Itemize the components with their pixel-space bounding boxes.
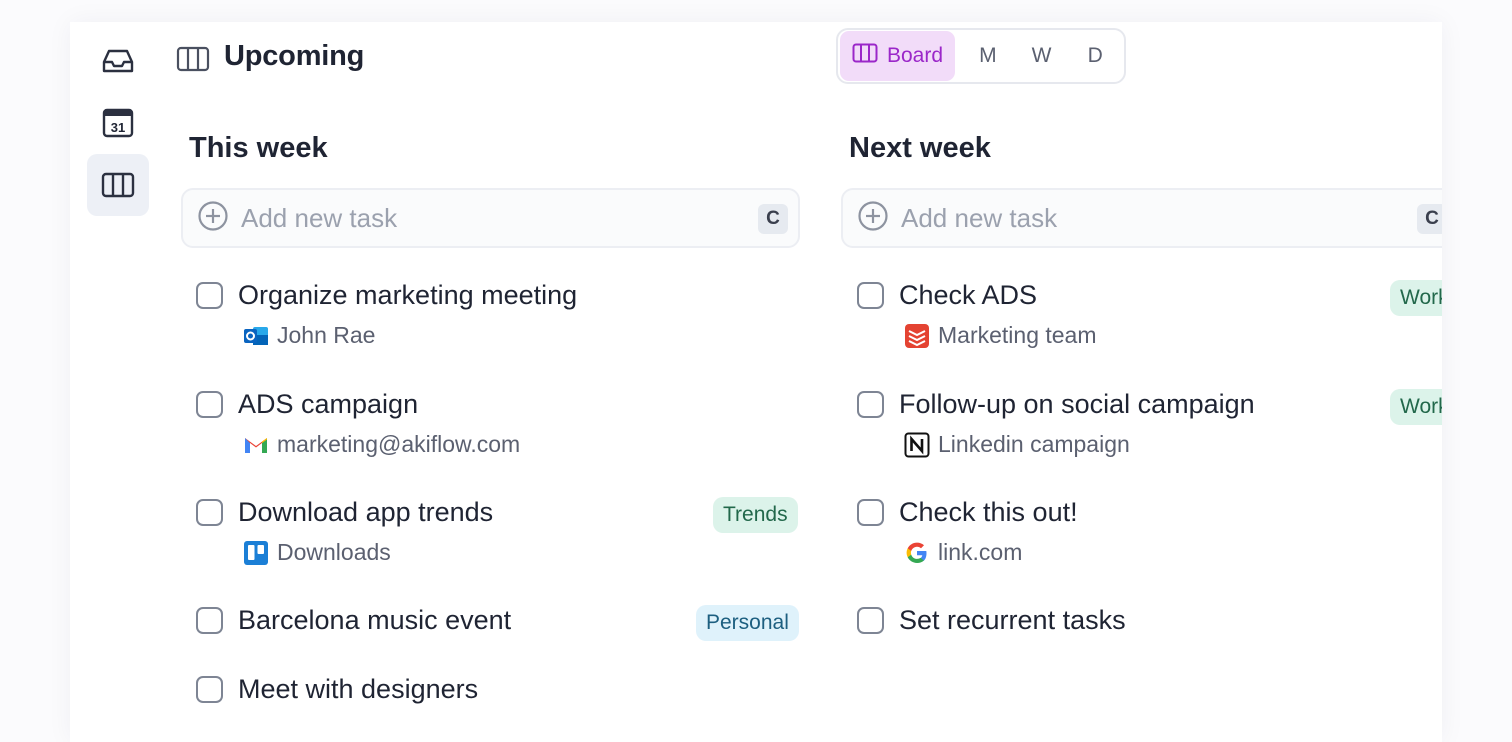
page-title: Upcoming	[224, 40, 365, 72]
task-checkbox[interactable]	[196, 499, 223, 526]
board-icon	[101, 172, 135, 198]
tag-badge[interactable]: Work	[1390, 389, 1442, 425]
task-checkbox[interactable]	[857, 499, 884, 526]
trello-icon	[243, 540, 269, 566]
task-source: Downloads	[277, 539, 391, 565]
task-source: John Rae	[277, 322, 376, 348]
task-checkbox[interactable]	[857, 607, 884, 634]
board-icon	[176, 46, 210, 77]
calendar-icon: 31	[102, 107, 134, 139]
column-title: This week	[189, 132, 328, 164]
task-checkbox[interactable]	[857, 391, 884, 418]
task-title: Check ADS	[899, 280, 1038, 310]
plus-circle-icon	[197, 200, 229, 237]
app-window: 31 Upcoming Board M W D This week Add ne…	[70, 22, 1442, 742]
task-title: Download app trends	[238, 497, 494, 527]
inbox-icon	[101, 47, 135, 75]
task-item[interactable]: Download app trends Trends Downloads	[196, 497, 798, 577]
task-title: Follow-up on social campaign	[899, 389, 1255, 419]
view-month-button[interactable]: M	[961, 31, 1015, 81]
tag-badge[interactable]: Personal	[696, 605, 799, 641]
gmail-icon	[243, 434, 269, 456]
plus-circle-icon	[857, 200, 889, 237]
task-checkbox[interactable]	[196, 676, 223, 703]
todoist-icon	[904, 323, 930, 349]
tag-badge[interactable]: Trends	[713, 497, 798, 533]
task-item[interactable]: Check ADS Work Marketing team	[857, 280, 1442, 360]
task-title: Set recurrent tasks	[899, 605, 1126, 635]
task-item[interactable]: Follow-up on social campaign Work Linked…	[857, 389, 1442, 469]
task-checkbox[interactable]	[857, 282, 884, 309]
task-item[interactable]: Set recurrent tasks	[857, 605, 1442, 685]
task-title: Check this out!	[899, 497, 1078, 527]
task-item[interactable]: Organize marketing meeting John Rae	[196, 280, 796, 360]
notion-icon	[904, 432, 930, 458]
view-day-button[interactable]: D	[1068, 31, 1122, 81]
task-item[interactable]: Meet with designers	[196, 674, 796, 742]
task-title: Organize marketing meeting	[238, 280, 578, 310]
task-checkbox[interactable]	[196, 607, 223, 634]
add-task-input[interactable]: Add new task C	[841, 188, 1442, 248]
view-week-button[interactable]: W	[1015, 31, 1069, 81]
sidebar-item-calendar[interactable]: 31	[87, 92, 149, 154]
task-title: Barcelona music event	[238, 605, 512, 635]
task-item[interactable]: Check this out! link.com	[857, 497, 1442, 577]
task-checkbox[interactable]	[196, 282, 223, 309]
add-task-placeholder: Add new task	[241, 202, 398, 233]
add-task-placeholder: Add new task	[901, 202, 1058, 233]
board-icon	[852, 43, 878, 69]
task-source: Linkedin campaign	[938, 431, 1130, 457]
sidebar-item-inbox[interactable]	[87, 30, 149, 92]
view-board-label: Board	[886, 44, 944, 67]
shortcut-key: C	[758, 204, 788, 234]
add-task-input[interactable]: Add new task C	[181, 188, 800, 248]
calendar-day-label: 31	[111, 120, 125, 135]
task-source: link.com	[938, 539, 1023, 565]
view-board-button[interactable]: Board	[840, 31, 955, 81]
task-checkbox[interactable]	[196, 391, 223, 418]
outlook-icon	[243, 324, 269, 348]
task-source: Marketing team	[938, 322, 1097, 348]
tag-badge[interactable]: Work	[1390, 280, 1442, 316]
view-switcher: Board M W D	[836, 28, 1126, 84]
task-title: ADS campaign	[238, 389, 419, 419]
sidebar-item-board[interactable]	[87, 154, 149, 216]
task-source: marketing@akiflow.com	[277, 431, 521, 457]
shortcut-key: C	[1417, 204, 1442, 234]
task-title: Meet with designers	[238, 674, 479, 704]
task-item[interactable]: ADS campaign marketing@akiflow.com	[196, 389, 796, 469]
column-title: Next week	[849, 132, 991, 164]
google-icon	[904, 540, 930, 566]
task-item[interactable]: Barcelona music event Personal	[196, 605, 799, 685]
